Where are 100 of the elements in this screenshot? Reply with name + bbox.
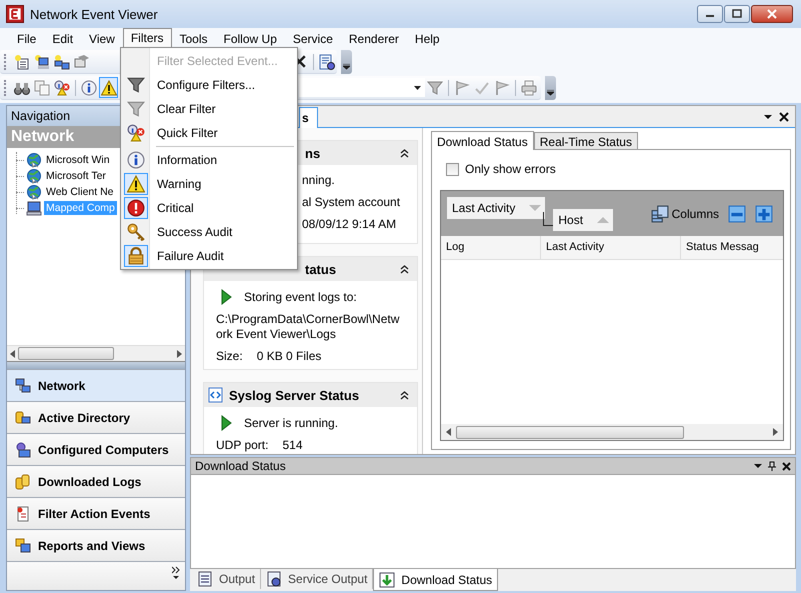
download-icon (379, 572, 396, 588)
globe-icon (26, 184, 42, 200)
alerts-icon (54, 80, 70, 96)
column-header[interactable]: Last Activity (541, 236, 681, 259)
splitter-handle[interactable] (7, 361, 185, 369)
document-icon (15, 506, 31, 522)
folder-path: C:\ProgramData\CornerBowl\Network Event Viewer\Logs (216, 312, 400, 342)
info-icon (127, 151, 145, 169)
navigation-button[interactable]: Downloaded Logs (7, 465, 185, 497)
panel-title: tatus (305, 262, 338, 276)
menu-item[interactable]: Edit (44, 29, 82, 48)
menu-item[interactable]: Failure Audit (122, 244, 296, 268)
overflow-button[interactable] (341, 50, 352, 74)
column-header[interactable]: Status Messag (681, 236, 783, 259)
navigation-button[interactable]: Reports and Views (7, 529, 185, 561)
add-computer-icon (34, 54, 50, 70)
globe-icon (26, 152, 42, 168)
checkbox[interactable] (446, 162, 459, 176)
pane-tab[interactable]: Service Output (261, 569, 374, 589)
filter-icon (426, 80, 442, 96)
field-value: 514 (282, 438, 302, 452)
menu-item[interactable]: File (9, 29, 44, 48)
field-label: Size: (216, 349, 243, 363)
panel-title: ns (305, 146, 322, 160)
computers-icon (15, 538, 31, 554)
menu-item[interactable]: View (81, 29, 123, 48)
close-icon[interactable] (779, 112, 789, 122)
navigation-button[interactable]: Configured Computers (7, 433, 185, 465)
collapse-icon[interactable] (400, 390, 409, 400)
scroll-left-icon[interactable] (10, 350, 15, 358)
scroll-left-icon[interactable] (446, 428, 451, 436)
columns-button[interactable]: Columns (650, 205, 723, 223)
status-tab[interactable]: Real-Time Status (534, 132, 638, 149)
status-text: nning. (302, 173, 335, 187)
menu-item[interactable]: Information (122, 148, 296, 172)
copy-icon (34, 80, 50, 96)
app-logo-icon (6, 5, 24, 23)
scroll-right-icon[interactable] (177, 350, 182, 358)
caret-icon (547, 90, 554, 96)
network-icon (15, 378, 31, 394)
close-icon[interactable] (782, 462, 791, 470)
group-by-chip[interactable]: Host (553, 209, 614, 231)
overflow-button[interactable] (545, 76, 556, 100)
caret-icon (343, 64, 350, 70)
flag-icon (454, 80, 470, 96)
menu-item[interactable]: Service (284, 29, 341, 48)
minus-icon (728, 205, 746, 223)
status-text: al System account (302, 195, 400, 209)
tree-item[interactable]: Microsoft Win (44, 153, 112, 167)
panel-title: Syslog Server Status (229, 388, 360, 402)
alerts-icon (127, 124, 145, 142)
menu-item[interactable]: Configure Filters... (122, 73, 296, 97)
pane-tab[interactable]: Download Status (373, 569, 498, 591)
warning-icon (127, 175, 145, 193)
dropdown-icon[interactable] (754, 462, 762, 470)
database-icon (15, 474, 31, 490)
status-text: Server is running. (244, 416, 338, 430)
tree-item[interactable]: Web Client Ne (44, 185, 116, 199)
globe-icon (26, 168, 42, 184)
pin-icon[interactable] (768, 461, 776, 471)
warning-filter-button[interactable] (99, 77, 118, 98)
menu-item[interactable]: Filters (122, 28, 172, 48)
navigation-button[interactable]: Network (7, 369, 185, 401)
menu-item[interactable]: Help (406, 29, 448, 48)
new-log-icon (14, 54, 30, 70)
menu-item[interactable]: Critical (122, 196, 296, 220)
key-icon (127, 223, 145, 241)
horizontal-scrollbar[interactable] (7, 345, 185, 361)
maximize-button[interactable] (724, 5, 750, 23)
tree-item[interactable]: Microsoft Ter (44, 169, 108, 183)
minimize-button[interactable] (697, 5, 723, 23)
document-tab[interactable]: s (299, 107, 318, 128)
menu-item[interactable]: Warning (122, 172, 296, 196)
chevron-icon[interactable] (172, 566, 180, 580)
pane-title: Download Status (195, 459, 287, 473)
horizontal-scrollbar[interactable] (441, 424, 783, 440)
warning-icon (100, 80, 116, 96)
pane-tab[interactable]: Output (192, 569, 262, 589)
group-by-chip[interactable]: Last Activity (447, 197, 546, 219)
maximize-icon (732, 9, 742, 19)
column-header[interactable]: Log (441, 236, 541, 259)
menu-item[interactable]: Renderer (340, 29, 407, 48)
window-title: Network Event Viewer (30, 6, 159, 22)
status-tab[interactable]: Download Status (431, 131, 534, 150)
collapse-icon[interactable] (400, 264, 409, 274)
navigation-button[interactable]: Filter Action Events (7, 497, 185, 529)
scroll-right-icon[interactable] (773, 428, 778, 436)
status-text: 08/09/12 9:14 AM (302, 217, 396, 231)
navigation-button[interactable]: Active Directory (7, 401, 185, 433)
field-label: UDP port: (216, 438, 268, 452)
critical-icon (127, 199, 145, 217)
menu-item[interactable]: Follow Up (216, 29, 285, 48)
menu-item[interactable]: Success Audit (122, 220, 296, 244)
print-icon (520, 80, 536, 96)
collapse-icon[interactable] (400, 148, 409, 158)
close-button[interactable] (751, 5, 793, 23)
clear-flag-icon (494, 80, 510, 96)
funnel-icon (127, 76, 145, 94)
menu-item[interactable]: Tools (172, 29, 216, 48)
checkbox-label: Only show errors (465, 162, 556, 176)
